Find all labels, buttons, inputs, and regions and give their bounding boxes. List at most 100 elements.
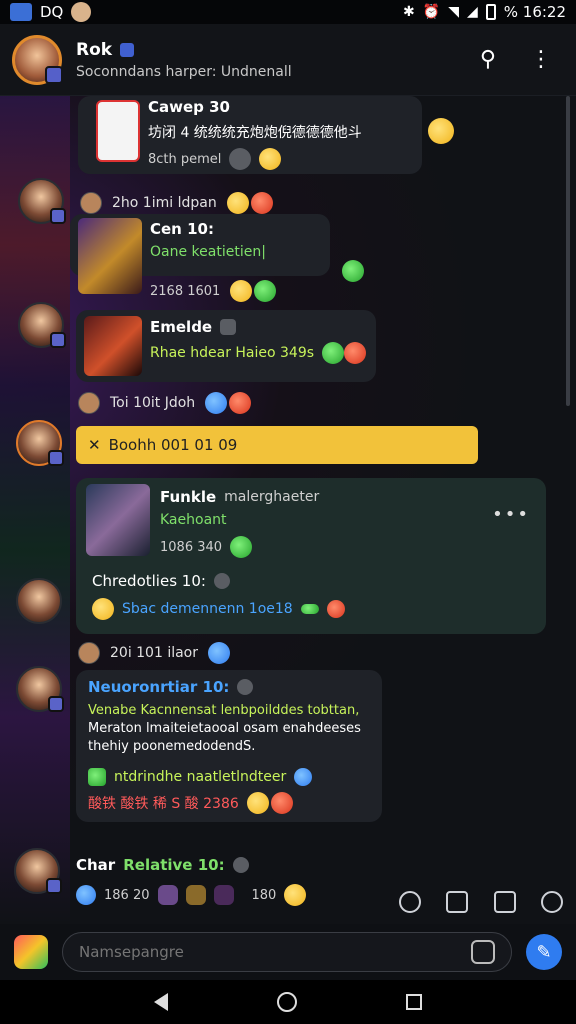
message-author-suffix: malerghaeter [224, 489, 320, 505]
message-bubble[interactable]: Neuoronrtiar 10: Venabe Kacnnensat lenbp… [76, 670, 382, 822]
avatar[interactable] [14, 848, 62, 894]
sticker-thumb[interactable] [213, 885, 234, 905]
avatar[interactable] [16, 578, 62, 624]
message-text: 坊闭 4 统统统充炮炮倪德德德他斗 [148, 125, 362, 141]
message-text: Kaehoant [160, 512, 227, 528]
emoji-icon[interactable] [76, 885, 96, 905]
status-bar: DQ ✱ ⏰ ◥ ◢ % 16:22 [0, 0, 576, 24]
wink-emoji-icon[interactable] [428, 118, 454, 144]
emoji-picker-icon[interactable] [541, 891, 564, 913]
message-author: Cen 10: [150, 220, 214, 238]
role-badge-icon [48, 450, 64, 466]
clock-icon[interactable] [398, 891, 421, 913]
share-icon[interactable] [493, 891, 516, 913]
emoji-icon[interactable] [322, 342, 345, 364]
emoji-icon[interactable] [284, 884, 307, 906]
status-left-text: DQ [40, 3, 64, 21]
back-icon[interactable] [154, 993, 169, 1011]
home-icon[interactable] [276, 992, 297, 1012]
message-block[interactable]: Char Relative 10: 186 20 180 [76, 856, 307, 906]
role-badge-icon [46, 878, 62, 894]
chat-avatar[interactable] [12, 34, 63, 85]
chat-header: Rok Soconndans harper: Undnenall ⚲ ⋮ [0, 24, 576, 96]
message-reactions: 2168 1601 [150, 280, 277, 302]
search-icon[interactable]: ⚲ [480, 47, 496, 72]
scrollbar[interactable] [566, 96, 570, 406]
message-author: Char [76, 856, 116, 874]
character-image[interactable] [86, 484, 150, 556]
message-bubble[interactable]: Cawep 30 坊闭 4 统统统充炮炮倪德德德他斗 8cth pemel [78, 96, 422, 174]
avatar[interactable] [16, 420, 64, 466]
emoji-icon[interactable] [246, 792, 269, 814]
emoji-icon[interactable] [326, 600, 345, 618]
recents-icon[interactable] [405, 994, 422, 1010]
more-options-icon[interactable]: ⋮ [530, 47, 552, 72]
chat-messages[interactable]: Cawep 30 坊闭 4 统统统充炮炮倪德德德他斗 8cth pemel 2h… [0, 96, 576, 924]
message-author: Emelde [150, 318, 213, 336]
chat-title[interactable]: Rok [76, 40, 112, 60]
message-meta: 2ho 1imi ldpan [112, 195, 217, 211]
more-options-icon[interactable]: ••• [492, 504, 530, 525]
grin-emoji-icon[interactable] [230, 280, 253, 302]
reaction-icon[interactable] [229, 148, 252, 170]
bot-icon [220, 319, 237, 335]
wifi-icon: ◥ [448, 4, 459, 20]
emoji-icon [226, 192, 249, 214]
smile-emoji-icon[interactable] [259, 148, 282, 170]
avatar[interactable] [18, 178, 66, 224]
system-nav-bar [0, 980, 576, 1024]
message-input-wrapper[interactable] [62, 932, 512, 972]
send-button[interactable]: ✎ [526, 934, 562, 970]
sticker-icon[interactable] [471, 940, 495, 964]
emoji-icon[interactable] [294, 768, 313, 786]
fire-image[interactable] [84, 316, 142, 376]
message-bubble[interactable]: Cen 10: Oane keatietien| [70, 214, 330, 294]
emoji-icon[interactable] [344, 342, 367, 364]
message-meta: 8cth pemel [148, 151, 222, 167]
emoji-icon[interactable] [92, 598, 114, 620]
message-author: Funkle [160, 488, 217, 506]
message-meta: Toi 10it Jdoh [110, 395, 196, 411]
message-group[interactable]: Funkle malerghaeter Kaehoant 1086 340 ••… [76, 478, 546, 634]
status-time: % 16:22 [503, 3, 566, 21]
role-badge-icon [50, 208, 66, 224]
emoji-icon[interactable] [230, 536, 253, 558]
mini-avatar [78, 642, 100, 664]
sticker-image[interactable] [96, 100, 140, 162]
message-text: Oane keatietien| [150, 244, 266, 260]
message-stamp: 2168 1601 [150, 283, 221, 299]
avatar[interactable] [16, 666, 64, 712]
message-meta-row: 2ho 1imi ldpan [80, 192, 273, 214]
sticker-thumb[interactable] [157, 885, 178, 905]
banner-text: Boohh 001 01 09 [108, 436, 238, 454]
message-input[interactable] [79, 943, 471, 961]
emoji-icon[interactable] [342, 260, 364, 282]
message-bubble[interactable]: Emelde Rhae hdear Haieo 349s [76, 310, 376, 382]
battery-icon [485, 4, 496, 20]
message-author: Neuoronrtiar 10: [88, 678, 230, 696]
message-text: Venabe Kacnnensat lenbpoilddes tobttan, [88, 703, 360, 718]
emoji-icon[interactable] [88, 768, 106, 786]
emoji-icon[interactable] [300, 604, 319, 614]
character-image[interactable] [78, 218, 142, 294]
message-meta-row: Toi 10it Jdoh [78, 392, 252, 414]
mic-icon: ✎ [536, 941, 552, 963]
notification-avatar-icon [71, 2, 92, 22]
avatar[interactable] [18, 302, 66, 348]
pinned-banner[interactable]: ✕ Boohh 001 01 09 [76, 426, 478, 464]
emoji-icon[interactable] [254, 280, 277, 302]
sticker-thumb[interactable] [185, 885, 206, 905]
message-meta: 20i 101 ilaor [110, 645, 199, 661]
music-icon[interactable] [446, 891, 469, 913]
attach-icon[interactable] [14, 935, 48, 969]
emoji-icon[interactable] [270, 792, 293, 814]
close-icon[interactable]: ✕ [88, 436, 101, 454]
message-stamp: 186 20 [104, 887, 150, 903]
mini-avatar [80, 192, 102, 214]
bluetooth-icon: ✱ [403, 4, 415, 20]
message-stamp: 180 [251, 887, 277, 903]
server-badge-icon [45, 65, 63, 84]
role-badge-icon [48, 696, 64, 712]
bot-icon [237, 679, 254, 695]
message-actions [386, 880, 576, 924]
